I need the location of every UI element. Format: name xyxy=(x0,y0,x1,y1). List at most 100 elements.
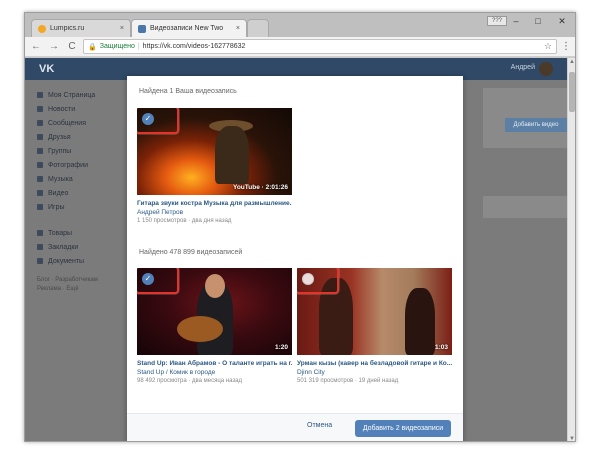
sidebar-item-label: Моя Страница xyxy=(48,91,96,99)
security-label: Защищено xyxy=(99,43,135,50)
sidebar-item-video[interactable]: Видео xyxy=(37,186,127,200)
cancel-button[interactable]: Отмена xyxy=(307,422,332,429)
close-window-button[interactable]: ✕ xyxy=(549,13,575,29)
video-duration: 1:03 xyxy=(434,344,448,351)
forward-arrow-icon[interactable]: → xyxy=(47,40,61,54)
video-title[interactable]: Урман кызы (кавер на безладовой гитаре и… xyxy=(297,360,452,367)
music-icon xyxy=(37,176,43,182)
separator: | xyxy=(137,43,140,50)
sidebar-item-label: Группы xyxy=(48,147,72,155)
sidebar-item-docs[interactable]: Документы xyxy=(37,254,127,268)
lock-icon: 🔒 xyxy=(88,43,97,51)
new-tab-button[interactable] xyxy=(247,19,269,37)
vk-favicon-icon xyxy=(138,24,146,33)
highlight-frame xyxy=(137,108,179,134)
sidebar-item-label: Видео xyxy=(48,189,69,197)
video-card[interactable]: ✓ YouTube · 2:01:26 Гитара звуки костра … xyxy=(137,108,292,224)
highlight-frame xyxy=(297,268,339,294)
video-picker-modal: Найдена 1 Ваша видеозапись ✓ YouTube · 2… xyxy=(127,76,463,441)
browser-window: Lumpics.ru × Видеозаписи New Two × ??? –… xyxy=(24,12,576,442)
video-author[interactable]: Djinn City xyxy=(297,369,452,376)
news-icon xyxy=(37,106,43,112)
highlight-frame xyxy=(137,268,179,294)
sidebar-item-profile[interactable]: Моя Страница xyxy=(37,88,127,102)
sidebar-item-groups[interactable]: Группы xyxy=(37,144,127,158)
sidebar-item-label: Друзья xyxy=(48,133,71,141)
video-meta: 98 492 просмотра · два месяца назад xyxy=(137,378,242,384)
sidebar-item-music[interactable]: Музыка xyxy=(37,172,127,186)
add-video-button[interactable]: Добавить видео xyxy=(505,118,567,132)
video-author[interactable]: Андрей Петров xyxy=(137,209,292,216)
sidebar-item-bookmarks[interactable]: Закладки xyxy=(37,240,127,254)
thumbnail-figure xyxy=(405,288,435,355)
sidebar-item-label: Новости xyxy=(48,105,76,113)
sidebar-item-messages[interactable]: Сообщения xyxy=(37,116,127,130)
avatar[interactable] xyxy=(539,62,553,76)
video-thumbnail[interactable]: ✓ 1:20 xyxy=(137,268,292,355)
market-icon xyxy=(37,230,43,236)
video-thumbnail[interactable]: 1:03 xyxy=(297,268,452,355)
vk-user-name[interactable]: Андрей xyxy=(511,64,535,71)
sidebar-item-news[interactable]: Новости xyxy=(37,102,127,116)
vk-logo[interactable]: VK xyxy=(39,63,54,75)
video-duration: YouTube · 2:01:26 xyxy=(232,184,288,191)
sidebar-item-friends[interactable]: Друзья xyxy=(37,130,127,144)
page-scrollbar[interactable]: ▲ ▼ xyxy=(567,58,575,441)
tab-vk-videos[interactable]: Видеозаписи New Two × xyxy=(131,19,247,37)
tab-close-icon[interactable]: × xyxy=(236,25,240,32)
back-arrow-icon[interactable]: ← xyxy=(29,40,43,54)
window-controls: – □ ✕ xyxy=(505,13,575,29)
scroll-up-icon[interactable]: ▲ xyxy=(568,58,575,66)
scroll-thumb[interactable] xyxy=(569,72,575,112)
modal-footer: Отмена Добавить 2 видеозаписи xyxy=(127,413,463,441)
browser-menu-icon[interactable]: ⋮ xyxy=(561,41,571,52)
add-videos-button[interactable]: Добавить 2 видеозаписи xyxy=(355,420,451,437)
sidebar-item-label: Сообщения xyxy=(48,119,86,127)
thumbnail-figure xyxy=(215,126,249,184)
friends-icon xyxy=(37,134,43,140)
video-card[interactable]: 1:03 Урман кызы (кавер на безладовой гит… xyxy=(297,268,452,384)
vk-sidebar: Моя Страница Новости Сообщения Друзья Гр… xyxy=(37,88,127,294)
thumbnail-figure xyxy=(177,316,223,342)
sidebar-item-market[interactable]: Товары xyxy=(37,226,127,240)
video-title[interactable]: Stand Up: Иван Абрамов - О таланте играт… xyxy=(137,360,292,367)
tab-close-icon[interactable]: × xyxy=(120,25,124,32)
thumbnail-figure xyxy=(205,274,225,298)
games-icon xyxy=(37,204,43,210)
sidebar-item-label: Документы xyxy=(48,257,85,265)
documents-icon xyxy=(37,258,43,264)
right-panel-filter xyxy=(483,196,575,218)
url-text[interactable]: https://vk.com/videos-162778632 xyxy=(143,43,541,50)
sidebar-item-games[interactable]: Игры xyxy=(37,200,127,214)
sidebar-item-label: Фотографии xyxy=(48,161,89,169)
video-duration: 1:20 xyxy=(274,344,288,351)
video-author[interactable]: Stand Up / Комик в городе xyxy=(137,369,292,376)
sidebar-item-label: Закладки xyxy=(48,243,79,251)
bookmark-star-icon[interactable]: ☆ xyxy=(544,41,552,52)
sidebar-item-label: Товары xyxy=(48,229,73,237)
tab-title: Видеозаписи New Two xyxy=(150,25,224,32)
tab-title: Lumpics.ru xyxy=(50,25,85,32)
video-icon xyxy=(37,190,43,196)
tab-lumpics[interactable]: Lumpics.ru × xyxy=(31,19,131,37)
reload-icon[interactable]: C xyxy=(65,40,79,54)
photos-icon xyxy=(37,162,43,168)
video-card[interactable]: ✓ 1:20 Stand Up: Иван Абрамов - О талант… xyxy=(137,268,292,384)
sidebar-footer[interactable]: Блог · Разработчикам Реклама · Ещё xyxy=(37,276,127,294)
window-profile-badge[interactable]: ??? xyxy=(486,16,507,26)
tab-strip: Lumpics.ru × Видеозаписи New Two × ??? –… xyxy=(25,13,575,37)
messages-icon xyxy=(37,120,43,126)
sidebar-item-label: Игры xyxy=(48,203,65,211)
video-title[interactable]: Гитара звуки костра Музыка для размышлен… xyxy=(137,200,292,207)
sidebar-item-label: Музыка xyxy=(48,175,73,183)
maximize-button[interactable]: □ xyxy=(527,13,549,29)
right-panel: Добавить видео xyxy=(483,88,575,148)
scroll-down-icon[interactable]: ▼ xyxy=(568,435,575,441)
video-meta: 501 319 просмотров · 19 дней назад xyxy=(297,378,399,384)
address-bar[interactable]: 🔒 Защищено | https://vk.com/videos-16277… xyxy=(83,39,557,54)
page-content: VK Андрей Моя Страница Новости Сообщения… xyxy=(25,58,575,441)
sidebar-item-photos[interactable]: Фотографии xyxy=(37,158,127,172)
minimize-button[interactable]: – xyxy=(505,13,527,29)
video-thumbnail[interactable]: ✓ YouTube · 2:01:26 xyxy=(137,108,292,195)
